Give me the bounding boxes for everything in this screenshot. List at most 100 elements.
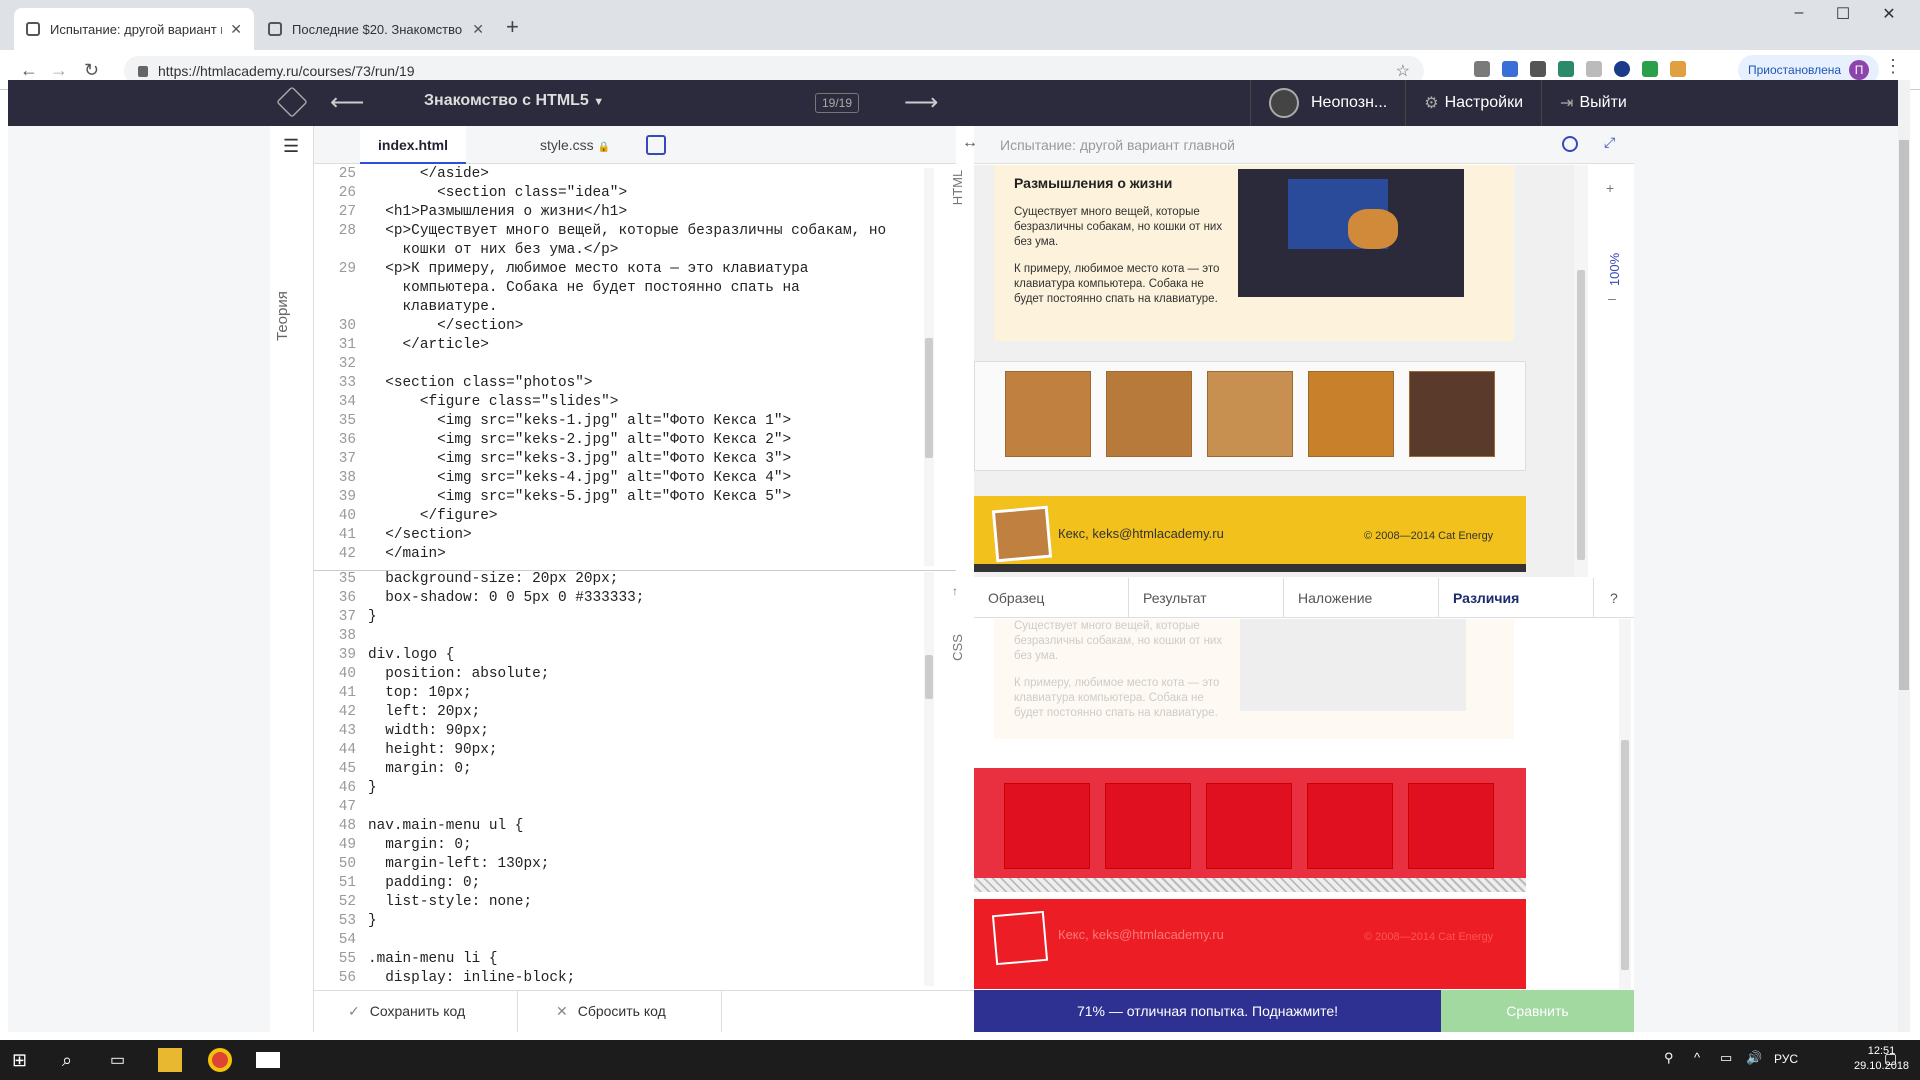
notifications-icon[interactable]: ▢ — [1884, 1050, 1897, 1067]
menu-icon[interactable]: ⋮ — [1884, 56, 1902, 77]
shield-icon — [26, 22, 40, 36]
volume-icon[interactable]: 🔊 — [1746, 1050, 1762, 1066]
theory-label[interactable]: Теория — [274, 291, 291, 341]
close-icon[interactable]: ✕ — [230, 21, 242, 38]
line-number: 40 — [338, 508, 356, 524]
profile-label: Приостановлена — [1748, 63, 1842, 77]
prev-arrow-icon[interactable]: ⟵ — [330, 88, 364, 117]
extension-icon[interactable] — [1474, 61, 1490, 77]
code-line: <img src="keks-1.jpg" alt="Фото Кекса 1"… — [368, 413, 792, 429]
tab-result[interactable]: Результат — [1129, 578, 1284, 617]
diff-avatar — [991, 910, 1049, 966]
code-line: margin: 0; — [368, 761, 472, 777]
extension-icon[interactable] — [1642, 61, 1658, 77]
compare-button[interactable]: Сравнить — [1441, 990, 1634, 1032]
css-code-editor[interactable]: background-size: 20px 20px; box-shadow: … — [368, 570, 923, 988]
resize-icon[interactable]: ↔ — [962, 134, 978, 152]
save-code-button[interactable]: ✓ Сохранить код — [330, 990, 518, 1032]
new-tab-button[interactable]: + — [506, 14, 519, 40]
css-scrollbar[interactable] — [924, 572, 934, 986]
page-scroll-thumb[interactable] — [1899, 140, 1909, 690]
next-arrow-icon[interactable]: ⟶ — [904, 88, 938, 117]
code-line: </section> — [368, 527, 472, 543]
star-icon[interactable]: ☆ — [1396, 61, 1410, 81]
window-close-icon[interactable]: ✕ — [1866, 4, 1912, 24]
extension-icon[interactable] — [1530, 61, 1546, 77]
code-line: <section class="idea"> — [368, 185, 628, 201]
logout-button[interactable]: ⇥ Выйти — [1541, 80, 1645, 126]
language-indicator[interactable]: РУС — [1774, 1052, 1798, 1066]
browser-tab[interactable]: Последние $20. Знакомство с Н... ✕ — [256, 8, 496, 50]
minimize-icon[interactable]: – — [1776, 4, 1822, 22]
code-line: <h1>Размышления о жизни</h1> — [368, 204, 628, 220]
browser-tab-active[interactable]: Испытание: другой вариант гл... ✕ — [14, 8, 254, 50]
maximize-icon[interactable]: ☐ — [1820, 4, 1866, 24]
code-line: div.logo { — [368, 647, 455, 663]
reset-code-button[interactable]: ✕ Сбросить код — [538, 990, 722, 1032]
line-number: 47 — [338, 799, 356, 815]
tab-overlay[interactable]: Наложение — [1284, 578, 1439, 617]
tab-diff[interactable]: Различия — [1439, 578, 1594, 617]
code-line: <figure class="slides"> — [368, 394, 619, 410]
page-counter[interactable]: 19/19 — [815, 93, 859, 113]
theory-sidebar[interactable]: ☰ Теория — [270, 126, 314, 1032]
line-number: 39 — [338, 489, 356, 505]
mail-icon[interactable] — [256, 1052, 280, 1068]
network-icon[interactable]: ▭ — [1720, 1050, 1732, 1066]
line-number — [314, 279, 356, 298]
clock[interactable]: 12:51 29.10.2018 — [1854, 1044, 1909, 1074]
code-line: left: 20px; — [368, 704, 481, 720]
tab-index-html[interactable]: index.html — [360, 126, 467, 164]
extension-icon[interactable] — [1614, 61, 1630, 77]
back-icon[interactable]: ← — [20, 60, 38, 81]
html-scroll-thumb[interactable] — [925, 338, 933, 458]
code-line: position: absolute; — [368, 666, 550, 682]
search-icon[interactable]: ⌕ — [62, 1050, 72, 1071]
forward-icon[interactable]: → — [50, 60, 68, 81]
extension-icon[interactable] — [1558, 61, 1574, 77]
line-number: 55 — [338, 951, 356, 967]
close-icon[interactable]: ✕ — [472, 21, 484, 38]
expand-icon[interactable]: ⤢ — [1604, 134, 1615, 151]
course-title[interactable]: Знакомство с HTML5 ▼ — [424, 92, 604, 110]
reset-label: Сбросить код — [577, 1003, 666, 1019]
arrow-up-icon[interactable]: ↑ — [952, 584, 958, 598]
diff-scroll-thumb[interactable] — [1621, 740, 1629, 970]
line-number: 40 — [338, 666, 356, 682]
windows-start-icon[interactable]: ⊞ — [12, 1050, 27, 1071]
user-menu[interactable]: Неопозн... — [1250, 80, 1405, 126]
line-number — [314, 241, 356, 260]
tray-arrow-icon[interactable]: ^ — [1694, 1050, 1700, 1065]
reload-icon[interactable]: ↻ — [84, 60, 99, 81]
css-scroll-thumb[interactable] — [925, 655, 933, 699]
code-line: margin-left: 130px; — [368, 856, 550, 872]
people-icon[interactable]: ⚲ — [1664, 1050, 1674, 1066]
diff-photo-3 — [1206, 783, 1292, 869]
preview-scroll-thumb[interactable] — [1577, 270, 1585, 560]
layout-toggle-button[interactable] — [646, 135, 666, 155]
code-line: </aside> — [368, 166, 489, 182]
line-number: 31 — [338, 337, 356, 353]
file-explorer-icon[interactable] — [158, 1048, 182, 1072]
right-margin — [1634, 126, 1904, 1032]
chrome-icon[interactable] — [208, 1048, 232, 1072]
tab-sample[interactable]: Образец — [974, 578, 1129, 617]
settings-button[interactable]: ⚙ Настройки — [1405, 80, 1541, 126]
extension-icon[interactable] — [1670, 61, 1686, 77]
line-number: 39 — [338, 647, 356, 663]
line-number: 27 — [338, 204, 356, 220]
zoom-out-icon[interactable]: – — [1608, 290, 1616, 306]
line-number: 29 — [338, 261, 356, 277]
zoom-in-icon[interactable]: + — [1606, 180, 1614, 196]
help-button[interactable]: ? — [1594, 578, 1634, 617]
refresh-icon[interactable] — [1562, 136, 1578, 152]
task-view-icon[interactable]: ▭ — [110, 1050, 125, 1070]
extension-icon[interactable] — [1586, 61, 1602, 77]
tab-style-css[interactable]: style.css 🔒 — [522, 126, 628, 164]
line-number: 34 — [338, 394, 356, 410]
html-code-editor[interactable]: </aside> <section class="idea"> <h1>Разм… — [368, 165, 923, 565]
score-text: 71% — отличная попытка. Поднажмите! — [1076, 1003, 1339, 1019]
translate-icon[interactable] — [1502, 61, 1518, 77]
hamburger-icon[interactable]: ☰ — [283, 136, 299, 157]
